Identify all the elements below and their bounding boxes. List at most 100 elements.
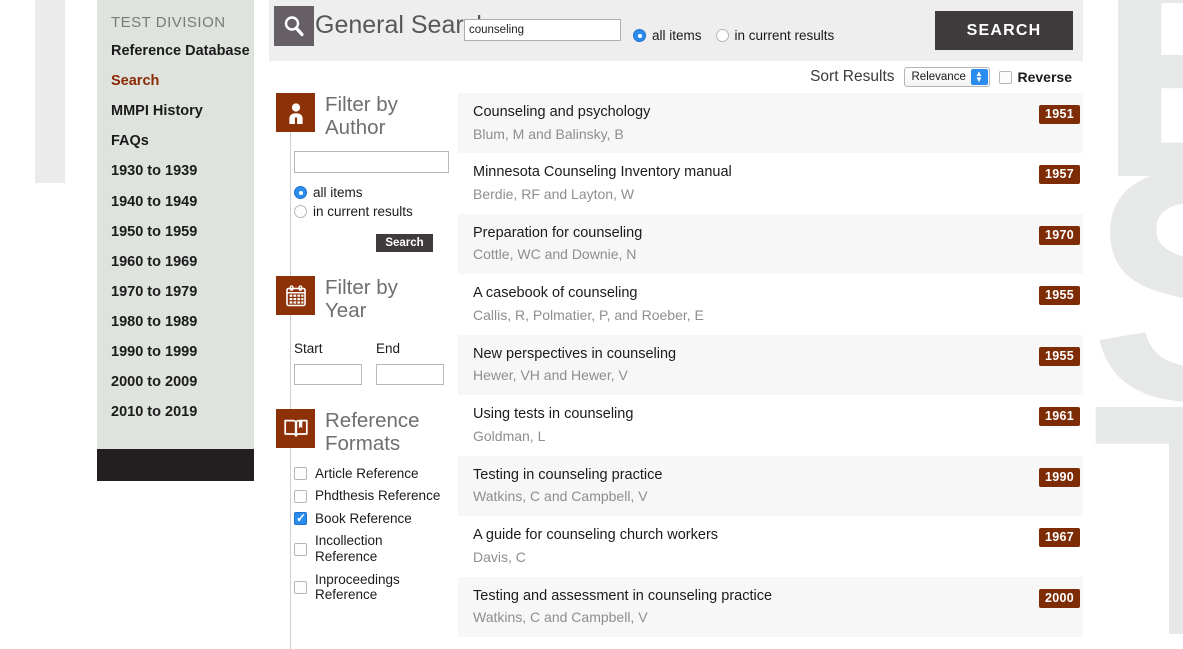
format-checkbox-book-reference[interactable]: Book Reference [294,511,455,527]
sidebar-item-mmpi-history[interactable]: MMPI History [111,103,254,120]
sidebar-item-1950-1959[interactable]: 1950 to 1959 [111,224,254,241]
result-title[interactable]: Testing in counseling practice [473,466,1017,486]
result-title[interactable]: Counseling and psychology [473,103,1017,123]
filter-by-year-group: Filter by Year Start End [276,276,455,385]
table-row[interactable]: Using tests in counseling Goldman, L 196… [458,395,1083,455]
sidebar: TEST DIVISION Reference Database Search … [97,0,254,449]
sort-results-bar: Sort Results Relevance ▲ ▼ Reverse [269,61,1083,93]
result-title[interactable]: A guide for counseling church workers [473,526,1017,546]
search-scope-radio-group: all items in current results [633,28,834,43]
table-row[interactable]: A casebook of counseling Callis, R, Polm… [458,274,1083,334]
checkbox-incollection-reference-icon[interactable] [294,542,307,556]
sidebar-item-reference-database[interactable]: Reference Database [111,43,254,60]
sidebar-item-1960-1969[interactable]: 1960 to 1969 [111,254,254,271]
author-filter-search-button[interactable]: Search [376,234,433,253]
result-year-badge: 1970 [1038,225,1080,245]
search-button[interactable]: SEARCH [935,11,1073,50]
sort-select-value: Relevance [911,71,966,83]
sidebar-item-1930-1939[interactable]: 1930 to 1939 [111,163,254,180]
sidebar-footer-bar [97,449,254,481]
checkbox-inproceedings-reference-icon[interactable] [294,580,307,594]
year-start-label: Start [294,340,323,356]
result-authors: Goldman, L [473,427,546,444]
result-year-badge: 1961 [1038,407,1080,427]
format-label-book-reference: Book Reference [315,510,412,526]
search-scope-all-items[interactable]: all items [633,28,702,43]
filter-by-author-body: all items in current results Search [276,139,455,253]
format-checkbox-incollection-reference[interactable]: Incollection Reference [294,533,455,564]
table-row[interactable]: Testing in counseling practice Watkins, … [458,455,1083,517]
sidebar-item-1970-1979[interactable]: 1970 to 1979 [111,284,254,301]
sidebar-item-2000-2009[interactable]: 2000 to 2009 [111,374,254,391]
reference-formats-group: Reference Formats Article Reference Phdt… [276,408,455,603]
filter-by-author-header: Filter by Author [276,93,455,139]
content-body: Filter by Author all items in current re… [269,93,1083,649]
filter-by-author-title-line1: Filter by [325,93,398,116]
search-icon [274,6,314,46]
result-authors: Blum, M and Balinsky, B [473,125,624,142]
reference-formats-header: Reference Formats [276,408,455,455]
reverse-checkbox[interactable]: Reverse [998,69,1073,85]
table-row[interactable]: Minnesota Counseling Inventory manual Be… [458,153,1083,213]
table-row[interactable]: A guide for counseling church workers Da… [458,516,1083,576]
table-row[interactable]: The outcomes of counseling and psychothe… [458,637,1083,649]
result-title[interactable]: Preparation for counseling [473,224,1017,244]
checkbox-article-reference-icon[interactable] [294,467,307,481]
result-title[interactable]: Minnesota Counseling Inventory manual [473,163,1017,183]
radio-all-items-icon[interactable] [633,29,646,42]
reverse-label: Reverse [1017,69,1073,85]
sidebar-item-1990-1999[interactable]: 1990 to 1999 [111,344,254,361]
search-input[interactable] [464,19,621,41]
filter-by-author-group: Filter by Author all items in current re… [276,93,455,253]
table-row[interactable]: Counseling and psychology Blum, M and Ba… [458,93,1083,154]
checkbox-phdthesis-reference-icon[interactable] [294,489,307,503]
year-end-input[interactable] [376,363,444,385]
author-scope-all-items[interactable]: all items [294,185,455,200]
table-row[interactable]: New perspectives in counseling Hewer, VH… [458,334,1083,396]
format-checkbox-phdthesis-reference[interactable]: Phdthesis Reference [294,488,455,504]
search-scope-all-items-label: all items [652,28,702,43]
filters-panel: Filter by Author all items in current re… [269,93,455,649]
search-scope-current-results-label: in current results [734,28,835,43]
format-checkbox-article-reference[interactable]: Article Reference [294,466,455,482]
sort-results-label: Sort Results [810,68,895,85]
sort-select[interactable]: Relevance ▲ ▼ [903,67,990,87]
radio-author-current-results-icon[interactable] [294,205,307,219]
table-row[interactable]: Testing and assessment in counseling pra… [458,576,1083,638]
author-filter-input[interactable] [294,151,449,174]
open-book-icon [276,408,315,448]
result-title[interactable]: A casebook of counseling [473,284,1017,304]
author-scope-current-results-label: in current results [313,204,413,220]
sidebar-item-2010-2019[interactable]: 2010 to 2019 [111,404,254,421]
year-start-input[interactable] [294,363,362,385]
format-checkbox-inproceedings-reference[interactable]: Inproceedings Reference [294,572,455,603]
result-year-badge: 1990 [1038,467,1080,487]
result-authors: Berdie, RF and Layton, W [473,186,635,203]
table-row[interactable]: Preparation for counseling Cottle, WC an… [458,213,1083,275]
author-scope-current-results[interactable]: in current results [294,204,455,219]
sidebar-item-search[interactable]: Search [111,73,254,90]
search-scope-current-results[interactable]: in current results [715,28,835,43]
chevron-updown-icon: ▲ ▼ [970,69,988,85]
result-authors: Cottle, WC and Downie, N [473,246,637,263]
reference-formats-title-line2: Formats [325,431,401,455]
result-title[interactable]: New perspectives in counseling [473,345,1017,365]
sidebar-item-faqs[interactable]: FAQs [111,133,254,150]
sidebar-item-1940-1949[interactable]: 1940 to 1949 [111,194,254,211]
reverse-checkbox-icon[interactable] [998,70,1012,84]
result-year-badge: 2000 [1038,588,1080,608]
result-authors: Watkins, C and Campbell, V [473,609,648,626]
page-root: E S T TEST DIVISION Reference Database S… [0,0,1183,649]
results-list: Counseling and psychology Blum, M and Ba… [455,93,1083,649]
sidebar-item-1980-1989[interactable]: 1980 to 1989 [111,314,254,331]
result-title[interactable]: Testing and assessment in counseling pra… [473,587,1017,607]
filter-by-year-title: Filter by Year [325,276,398,322]
checkbox-book-reference-icon[interactable] [294,511,307,526]
main-content: General Search all items in current resu… [269,0,1083,649]
result-authors: Watkins, C and Campbell, V [473,488,648,505]
radio-author-all-items-icon[interactable] [294,186,307,200]
reference-formats-title-line1: Reference [325,408,420,432]
year-start-col: Start [294,341,364,385]
result-title[interactable]: Using tests in counseling [473,405,1017,425]
radio-current-results-icon[interactable] [715,29,729,42]
